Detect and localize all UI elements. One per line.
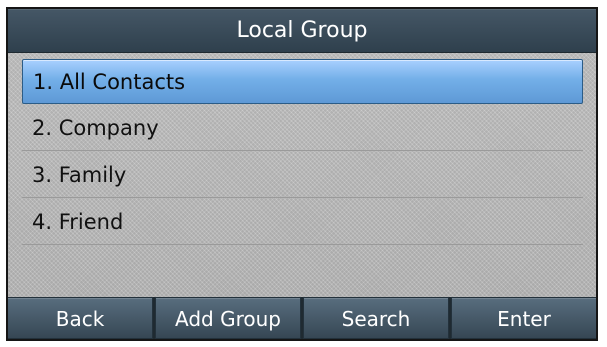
list-item-all-contacts[interactable]: 1. All Contacts xyxy=(22,59,583,104)
enter-button[interactable]: Enter xyxy=(451,297,596,339)
list-item-company[interactable]: 2. Company xyxy=(22,106,583,151)
softkey-bar: Back Add Group Search Enter xyxy=(8,297,596,339)
phone-screen: Local Group 1. All Contacts 2. Company 3… xyxy=(6,7,598,341)
search-button[interactable]: Search xyxy=(303,297,449,339)
page-title: Local Group xyxy=(8,9,596,53)
group-list: 1. All Contacts 2. Company 3. Family 4. … xyxy=(22,59,583,247)
add-group-button[interactable]: Add Group xyxy=(155,297,301,339)
list-item-friend[interactable]: 4. Friend xyxy=(22,200,583,245)
list-item-family[interactable]: 3. Family xyxy=(22,153,583,198)
back-button[interactable]: Back xyxy=(8,297,153,339)
